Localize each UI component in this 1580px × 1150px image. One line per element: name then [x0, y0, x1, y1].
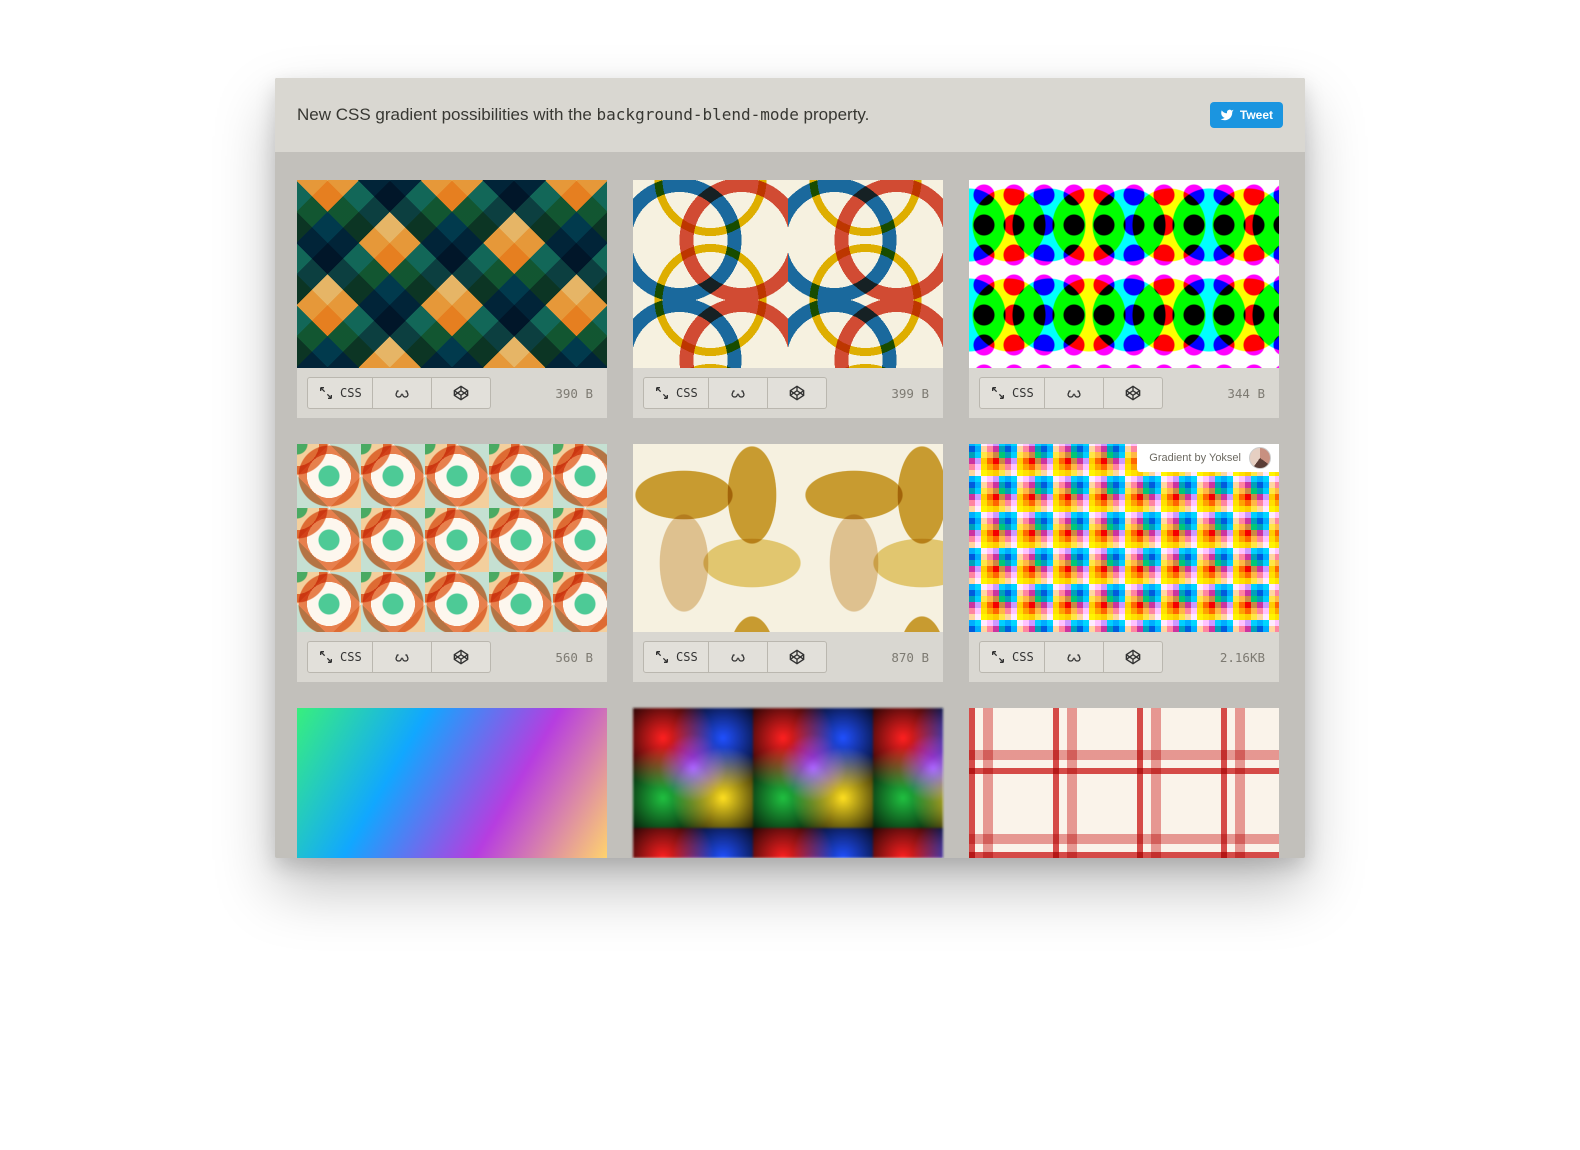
- file-size: 399 B: [891, 386, 929, 401]
- gradient-card: [297, 708, 607, 858]
- gradient-preview[interactable]: [297, 708, 607, 858]
- title-code: background-blend-mode: [597, 105, 799, 124]
- file-size: 2.16KB: [1220, 650, 1265, 665]
- title-text-suffix: property.: [799, 105, 870, 124]
- codepen-icon: [789, 385, 805, 401]
- expand-icon: [654, 385, 670, 401]
- file-size: 344 B: [1227, 386, 1265, 401]
- card-toolbar: CSS 560 B: [297, 632, 607, 682]
- header-bar: New CSS gradient possibilities with the …: [275, 78, 1305, 152]
- gradient-card: CSS 390 B: [297, 180, 607, 418]
- preview-button[interactable]: [709, 641, 768, 673]
- css-button[interactable]: CSS: [979, 377, 1045, 409]
- glasses-icon: [1066, 649, 1082, 665]
- gradient-preview[interactable]: [633, 444, 943, 632]
- gradient-card: CSS 560 B: [297, 444, 607, 682]
- codepen-button[interactable]: [432, 377, 491, 409]
- gradient-card: [969, 708, 1279, 858]
- expand-icon: [318, 649, 334, 665]
- tweet-label: Tweet: [1240, 108, 1273, 122]
- title-text-prefix: New CSS gradient possibilities with the: [297, 105, 597, 124]
- tweet-button[interactable]: Tweet: [1210, 102, 1283, 128]
- codepen-button[interactable]: [768, 377, 827, 409]
- expand-icon: [990, 385, 1006, 401]
- glasses-icon: [730, 385, 746, 401]
- file-size: 560 B: [555, 650, 593, 665]
- preview-button[interactable]: [709, 377, 768, 409]
- gradient-preview[interactable]: [297, 444, 607, 632]
- codepen-icon: [1125, 649, 1141, 665]
- codepen-button[interactable]: [1104, 641, 1163, 673]
- gradient-card: Gradient by Yoksel CSS 2.16KB: [969, 444, 1279, 682]
- card-toolbar: CSS 399 B: [633, 368, 943, 418]
- card-toolbar: CSS 2.16KB: [969, 632, 1279, 682]
- file-size: 870 B: [891, 650, 929, 665]
- codepen-button[interactable]: [768, 641, 827, 673]
- glasses-icon: [394, 649, 410, 665]
- file-size: 390 B: [555, 386, 593, 401]
- codepen-icon: [1125, 385, 1141, 401]
- gradient-card: CSS 870 B: [633, 444, 943, 682]
- gradient-card: [633, 708, 943, 858]
- card-toolbar: CSS 344 B: [969, 368, 1279, 418]
- gradient-preview[interactable]: Gradient by Yoksel: [969, 444, 1279, 632]
- gradient-preview[interactable]: [969, 180, 1279, 368]
- css-button[interactable]: CSS: [643, 377, 709, 409]
- glasses-icon: [394, 385, 410, 401]
- credit-text: Gradient by Yoksel: [1149, 452, 1241, 464]
- codepen-icon: [789, 649, 805, 665]
- twitter-icon: [1220, 108, 1234, 122]
- css-button[interactable]: CSS: [643, 641, 709, 673]
- css-button[interactable]: CSS: [979, 641, 1045, 673]
- gallery-window: New CSS gradient possibilities with the …: [275, 78, 1305, 858]
- glasses-icon: [730, 649, 746, 665]
- gradient-preview[interactable]: [969, 708, 1279, 858]
- preview-button[interactable]: [1045, 377, 1104, 409]
- codepen-button[interactable]: [1104, 377, 1163, 409]
- gradient-grid: CSS 390 B CSS 399 B CSS 344 B: [275, 152, 1305, 858]
- expand-icon: [990, 649, 1006, 665]
- glasses-icon: [1066, 385, 1082, 401]
- preview-button[interactable]: [1045, 641, 1104, 673]
- preview-button[interactable]: [373, 377, 432, 409]
- gradient-preview[interactable]: [297, 180, 607, 368]
- codepen-button[interactable]: [432, 641, 491, 673]
- expand-icon: [318, 385, 334, 401]
- credit-badge[interactable]: Gradient by Yoksel: [1137, 444, 1279, 472]
- avatar: [1249, 447, 1271, 469]
- preview-button[interactable]: [373, 641, 432, 673]
- gradient-preview[interactable]: [633, 180, 943, 368]
- css-button[interactable]: CSS: [307, 641, 373, 673]
- codepen-icon: [453, 385, 469, 401]
- expand-icon: [654, 649, 670, 665]
- css-button[interactable]: CSS: [307, 377, 373, 409]
- codepen-icon: [453, 649, 469, 665]
- card-toolbar: CSS 870 B: [633, 632, 943, 682]
- gradient-card: CSS 399 B: [633, 180, 943, 418]
- page-title: New CSS gradient possibilities with the …: [297, 105, 869, 125]
- gradient-card: CSS 344 B: [969, 180, 1279, 418]
- card-toolbar: CSS 390 B: [297, 368, 607, 418]
- gradient-preview[interactable]: [633, 708, 943, 858]
